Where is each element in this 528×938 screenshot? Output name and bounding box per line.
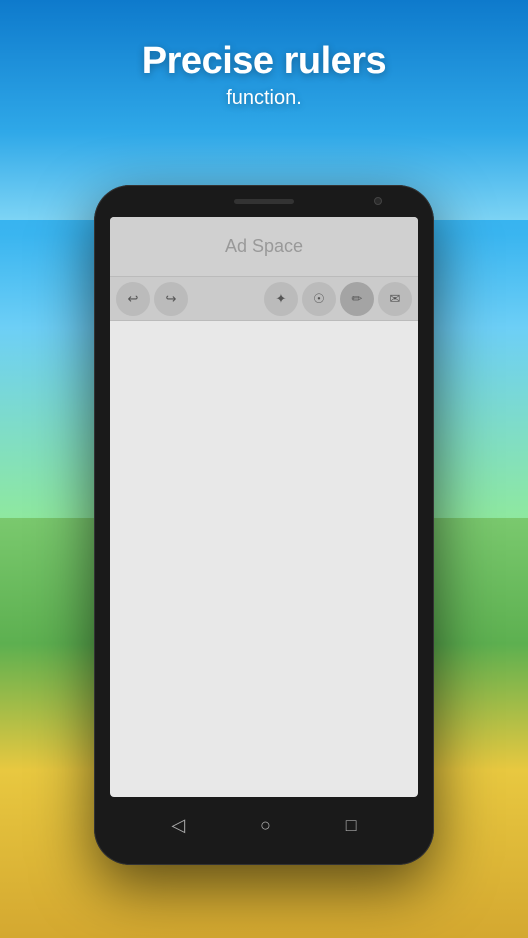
phone-screen: Ad Space ↩ ↪ ✦ ☉ ✏ ✉ xyxy=(110,217,418,797)
back-button[interactable]: ◁ xyxy=(171,815,185,836)
ruler-button[interactable]: ✏ xyxy=(340,282,374,316)
color-button[interactable]: ☉ xyxy=(302,282,336,316)
ad-space-label: Ad Space xyxy=(225,236,303,257)
phone-frame: Ad Space ↩ ↪ ✦ ☉ ✏ ✉ xyxy=(94,185,434,865)
headline-main: Precise rulers xyxy=(0,40,528,83)
redo-button[interactable]: ↪ xyxy=(154,282,188,316)
layer-button[interactable]: ✉ xyxy=(378,282,412,316)
phone-nav-bar: ◁ ○ □ xyxy=(94,797,434,853)
phone-speaker xyxy=(234,199,294,204)
headline: Precise rulers function. xyxy=(0,40,528,110)
phone-camera xyxy=(374,197,382,205)
phone-top-bar xyxy=(94,185,434,217)
headline-sub: function. xyxy=(0,87,528,110)
undo-button[interactable]: ↩ xyxy=(116,282,150,316)
recent-button[interactable]: □ xyxy=(346,815,357,836)
brush-button[interactable]: ✦ xyxy=(264,282,298,316)
ad-space: Ad Space xyxy=(110,217,418,277)
toolbar: ↩ ↪ ✦ ☉ ✏ ✉ xyxy=(110,277,418,321)
home-button[interactable]: ○ xyxy=(260,815,271,836)
